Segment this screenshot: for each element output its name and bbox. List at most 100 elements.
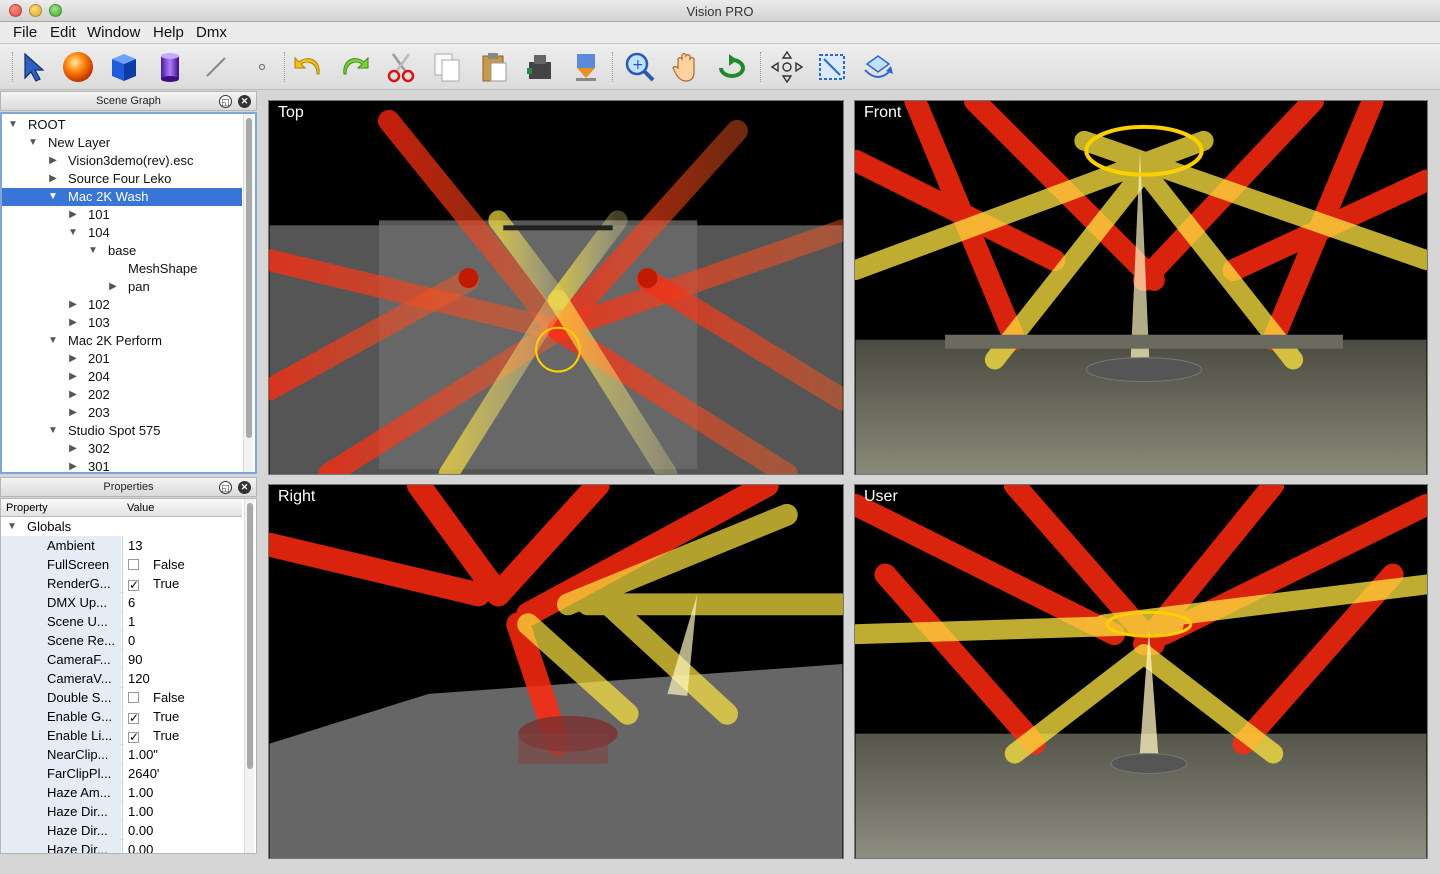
- tree-item[interactable]: MeshShape: [2, 260, 242, 278]
- pan-hand-icon[interactable]: [668, 49, 704, 85]
- collapse-triangle-icon[interactable]: ▼: [48, 422, 58, 440]
- property-checkbox[interactable]: ✓: [128, 712, 139, 724]
- zoom-icon[interactable]: +: [622, 49, 658, 85]
- collapse-triangle-icon[interactable]: ▼: [48, 332, 58, 350]
- collapse-triangle-icon[interactable]: ▼: [48, 188, 58, 206]
- collapse-triangle-icon[interactable]: ▼: [7, 517, 17, 536]
- property-row[interactable]: CameraF... 90: [1, 650, 242, 669]
- collapse-triangle-icon[interactable]: ▼: [8, 116, 18, 134]
- close-panel-icon[interactable]: ✕: [238, 95, 251, 108]
- expand-triangle-icon[interactable]: ▶: [48, 152, 58, 170]
- tree-item[interactable]: ▶ 103: [2, 314, 242, 332]
- property-value[interactable]: False: [122, 555, 242, 574]
- property-value[interactable]: False: [122, 688, 242, 707]
- scrollbar-thumb[interactable]: [246, 118, 252, 438]
- property-value[interactable]: 1: [122, 612, 242, 631]
- collapse-triangle-icon[interactable]: ▼: [28, 134, 38, 152]
- property-row[interactable]: FullScreen False: [1, 555, 242, 574]
- viewport-right[interactable]: Right: [268, 484, 844, 859]
- tree-item[interactable]: ▶ 201: [2, 350, 242, 368]
- expand-triangle-icon[interactable]: ▶: [68, 368, 78, 386]
- tree-item[interactable]: ▼ 104: [2, 224, 242, 242]
- property-value[interactable]: 1.00: [122, 783, 242, 802]
- sphere-icon[interactable]: [60, 49, 96, 85]
- property-value[interactable]: 13: [122, 536, 242, 555]
- scrollbar-thumb[interactable]: [247, 503, 253, 769]
- property-value[interactable]: ✓ True: [122, 726, 242, 745]
- move-icon[interactable]: [769, 49, 805, 85]
- rotate-icon[interactable]: [714, 49, 750, 85]
- property-value[interactable]: 0: [122, 631, 242, 650]
- expand-triangle-icon[interactable]: ▶: [68, 458, 78, 472]
- tree-item[interactable]: ▶ 202: [2, 386, 242, 404]
- select-arrow-icon[interactable]: [15, 49, 51, 85]
- property-row[interactable]: RenderG... ✓ True: [1, 574, 242, 593]
- property-row[interactable]: Haze Dir... 0.00: [1, 821, 242, 840]
- tree-item[interactable]: ▼ Mac 2K Perform: [2, 332, 242, 350]
- col-value[interactable]: Value: [127, 502, 154, 514]
- menu-help[interactable]: Help: [153, 24, 184, 41]
- expand-triangle-icon[interactable]: ▶: [108, 278, 118, 296]
- tree-item[interactable]: ▶ 203: [2, 404, 242, 422]
- property-row[interactable]: NearClip... 1.00": [1, 745, 242, 764]
- tree-item[interactable]: ▶ 102: [2, 296, 242, 314]
- property-row[interactable]: Double S... False: [1, 688, 242, 707]
- collapse-triangle-icon[interactable]: ▼: [88, 242, 98, 260]
- property-row[interactable]: FarClipPl... 2640': [1, 764, 242, 783]
- float-panel-icon[interactable]: ◱: [219, 95, 232, 108]
- paste-icon[interactable]: [476, 49, 512, 85]
- tree-item[interactable]: ▶ Source Four Leko: [2, 170, 242, 188]
- menu-file[interactable]: File: [13, 24, 37, 41]
- property-row[interactable]: Scene U... 1: [1, 612, 242, 631]
- property-value[interactable]: 120: [122, 669, 242, 688]
- expand-triangle-icon[interactable]: ▶: [68, 440, 78, 458]
- tree-item[interactable]: ▶ 301: [2, 458, 242, 472]
- redo-icon[interactable]: [337, 49, 373, 85]
- menu-edit[interactable]: Edit: [50, 24, 76, 41]
- expand-triangle-icon[interactable]: ▶: [68, 350, 78, 368]
- expand-triangle-icon[interactable]: ▶: [48, 170, 58, 188]
- col-property[interactable]: Property: [6, 502, 48, 514]
- property-value[interactable]: 0.00: [122, 821, 242, 840]
- property-checkbox[interactable]: [128, 559, 139, 570]
- tree-item[interactable]: ▼ New Layer: [2, 134, 242, 152]
- import-icon[interactable]: [522, 49, 558, 85]
- tree-item[interactable]: ▼ Mac 2K Wash: [2, 188, 242, 206]
- property-checkbox[interactable]: ✓: [128, 731, 139, 743]
- viewport-top[interactable]: Top: [268, 100, 844, 475]
- expand-triangle-icon[interactable]: ▶: [68, 404, 78, 422]
- expand-triangle-icon[interactable]: ▶: [68, 314, 78, 332]
- property-row[interactable]: Scene Re... 0: [1, 631, 242, 650]
- property-row[interactable]: Haze Am... 1.00: [1, 783, 242, 802]
- cube-icon[interactable]: [106, 49, 142, 85]
- scene-graph-scrollbar[interactable]: [243, 114, 253, 472]
- property-value[interactable]: 6: [122, 593, 242, 612]
- viewport-user[interactable]: User: [854, 484, 1428, 859]
- menu-dmx[interactable]: Dmx: [196, 24, 227, 41]
- property-row[interactable]: Enable Li... ✓ True: [1, 726, 242, 745]
- expand-triangle-icon[interactable]: ▶: [68, 206, 78, 224]
- property-value[interactable]: ✓ True: [122, 707, 242, 726]
- cylinder-icon[interactable]: [152, 49, 188, 85]
- menu-window[interactable]: Window: [87, 24, 140, 41]
- property-row[interactable]: Enable G... ✓ True: [1, 707, 242, 726]
- line-icon[interactable]: [198, 49, 234, 85]
- close-panel-icon[interactable]: ✕: [238, 481, 251, 494]
- property-value[interactable]: 1.00": [122, 745, 242, 764]
- tree-item[interactable]: ▶ 302: [2, 440, 242, 458]
- property-value[interactable]: 0.00: [122, 840, 242, 853]
- tree-item[interactable]: ▶ 101: [2, 206, 242, 224]
- property-row[interactable]: Ambient 13: [1, 536, 242, 555]
- tree-item[interactable]: ▶ Vision3demo(rev).esc: [2, 152, 242, 170]
- cut-icon[interactable]: [383, 49, 419, 85]
- tree-item[interactable]: ▼ base: [2, 242, 242, 260]
- property-row[interactable]: Haze Dir... 0.00: [1, 840, 242, 853]
- property-group-globals[interactable]: ▼ Globals: [1, 517, 242, 536]
- property-value[interactable]: 90: [122, 650, 242, 669]
- export-icon[interactable]: [568, 49, 604, 85]
- properties-scrollbar[interactable]: [244, 499, 254, 853]
- tree-item[interactable]: ▼ Studio Spot 575: [2, 422, 242, 440]
- undo-icon[interactable]: [290, 49, 326, 85]
- fit-icon[interactable]: [814, 49, 850, 85]
- property-value[interactable]: ✓ True: [122, 574, 242, 593]
